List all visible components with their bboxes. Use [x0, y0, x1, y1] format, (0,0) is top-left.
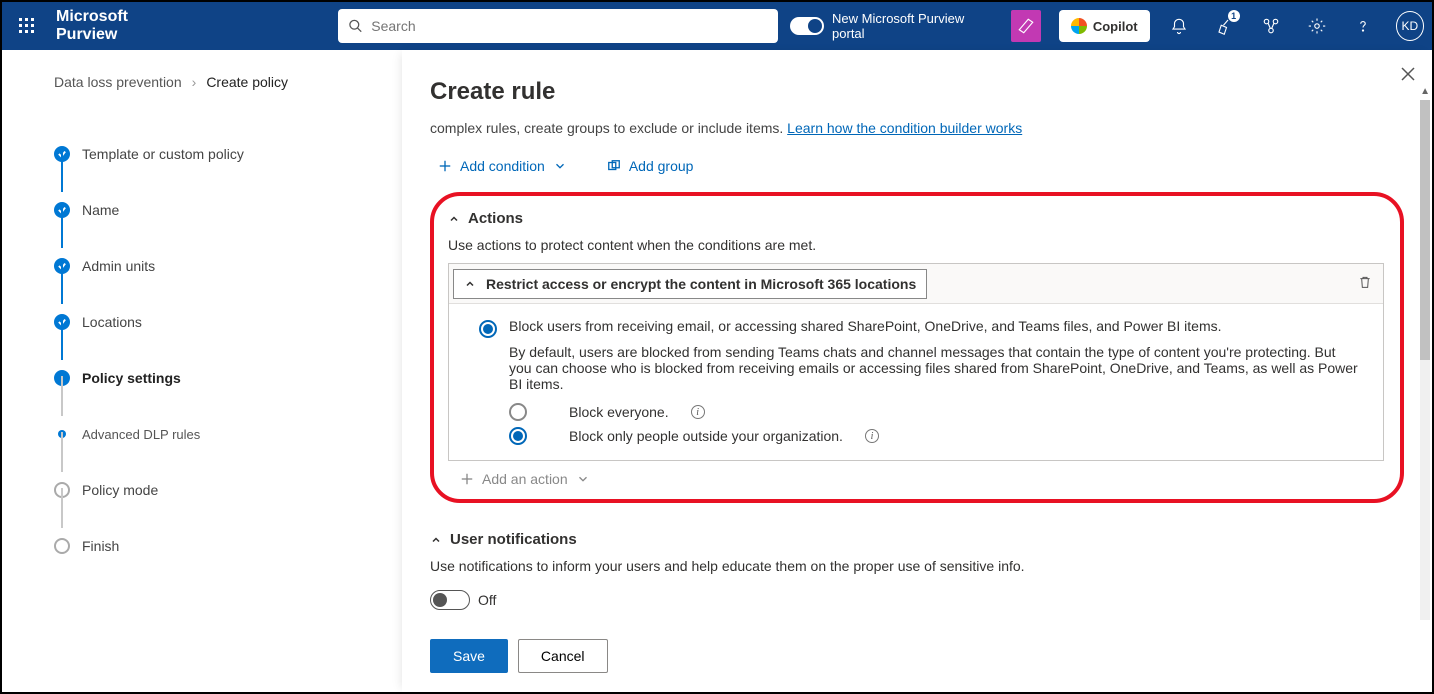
- subradio-block-everyone[interactable]: Block everyone. i: [479, 400, 1359, 424]
- breadcrumb-parent[interactable]: Data loss prevention: [54, 74, 182, 90]
- sidebar: Data loss prevention › Create policy Tem…: [2, 50, 402, 692]
- tasks-icon[interactable]: [1208, 8, 1242, 44]
- copilot-icon: [1071, 18, 1087, 34]
- notifications-icon[interactable]: [1162, 8, 1196, 44]
- radio-block-users[interactable]: Block users from receiving email, or acc…: [479, 314, 1359, 342]
- new-portal-toggle[interactable]: New Microsoft Purview portal: [790, 11, 990, 41]
- rule-panel: Create rule complex rules, create groups…: [402, 50, 1432, 692]
- delete-action-button[interactable]: [1347, 264, 1383, 303]
- wizard-steps: Template or custom policy Name Admin uni…: [54, 126, 366, 574]
- action-card-toggle[interactable]: Restrict access or encrypt the content i…: [453, 269, 927, 299]
- step-advanced-rules[interactable]: Advanced DLP rules: [54, 406, 366, 462]
- action-card: Restrict access or encrypt the content i…: [448, 263, 1384, 461]
- step-template[interactable]: Template or custom policy: [54, 126, 366, 182]
- step-admin-units[interactable]: Admin units: [54, 238, 366, 294]
- info-icon[interactable]: i: [865, 429, 879, 443]
- search-box[interactable]: [338, 9, 778, 43]
- copilot-button[interactable]: Copilot: [1059, 10, 1150, 42]
- add-action-button[interactable]: Add an action: [448, 461, 1384, 487]
- chevron-down-icon: [576, 472, 590, 486]
- cancel-button[interactable]: Cancel: [518, 639, 608, 673]
- app-launcher[interactable]: [10, 8, 44, 44]
- breadcrumb-current: Create policy: [206, 74, 288, 90]
- search-icon: [348, 18, 363, 34]
- step-finish[interactable]: Finish: [54, 518, 366, 574]
- actions-desc: Use actions to protect content when the …: [448, 237, 1384, 253]
- add-condition-button[interactable]: Add condition: [438, 158, 567, 174]
- actions-toggle[interactable]: Actions: [448, 210, 1384, 227]
- connections-icon[interactable]: [1254, 8, 1288, 44]
- chevron-down-icon: [553, 159, 567, 173]
- help-icon[interactable]: [1346, 8, 1380, 44]
- step-locations[interactable]: Locations: [54, 294, 366, 350]
- save-button[interactable]: Save: [430, 639, 508, 673]
- scrollbar[interactable]: ▲: [1420, 100, 1430, 620]
- search-input[interactable]: [371, 18, 768, 34]
- settings-icon[interactable]: [1300, 8, 1334, 44]
- step-policy-mode[interactable]: Policy mode: [54, 462, 366, 518]
- panel-title: Create rule: [430, 78, 1404, 106]
- close-panel[interactable]: [1400, 66, 1416, 85]
- user-notifications-toggle[interactable]: User notifications: [430, 531, 1404, 548]
- subradio-block-external[interactable]: Block only people outside your organizat…: [479, 424, 1359, 448]
- breadcrumb: Data loss prevention › Create policy: [54, 74, 366, 90]
- radio-block-users-desc: By default, users are blocked from sendi…: [479, 342, 1359, 400]
- scrollbar-thumb[interactable]: [1420, 100, 1430, 360]
- user-avatar[interactable]: KD: [1396, 11, 1424, 41]
- actions-section-highlighted: Actions Use actions to protect content w…: [430, 192, 1404, 503]
- product-name: Microsoft Purview: [56, 8, 186, 44]
- new-portal-label: New Microsoft Purview portal: [832, 11, 991, 41]
- topbar: Microsoft Purview New Microsoft Purview …: [2, 2, 1432, 50]
- user-notifications-section: User notifications Use notifications to …: [430, 523, 1404, 621]
- step-name[interactable]: Name: [54, 182, 366, 238]
- add-group-button[interactable]: Add group: [607, 158, 694, 174]
- notifications-toggle-off[interactable]: Off: [430, 590, 496, 610]
- scroll-up-icon[interactable]: ▲: [1420, 86, 1430, 97]
- panel-subtitle: complex rules, create groups to exclude …: [430, 120, 1404, 136]
- eraser-button[interactable]: [1011, 10, 1041, 42]
- learn-condition-builder-link[interactable]: Learn how the condition builder works: [787, 120, 1022, 136]
- info-icon[interactable]: i: [691, 405, 705, 419]
- step-policy-settings[interactable]: Policy settings: [54, 350, 366, 406]
- user-notifications-desc: Use notifications to inform your users a…: [430, 558, 1404, 574]
